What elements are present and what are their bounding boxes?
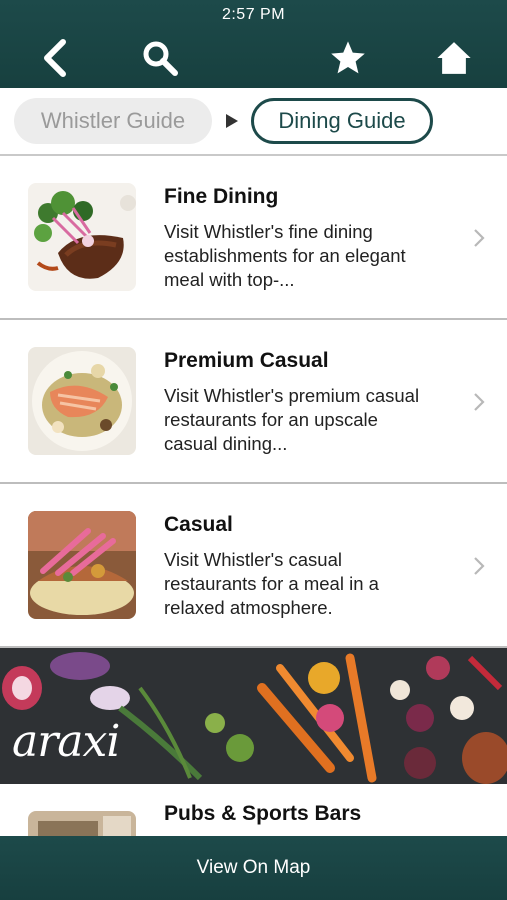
- araxi-logo: araxi: [12, 716, 120, 767]
- list-item-title: Pubs & Sports Bars: [164, 802, 362, 825]
- list-item-description: Visit Whistler's fine dining establishme…: [164, 221, 406, 290]
- status-time: 2:57 PM: [221, 6, 286, 23]
- list-item-pubs-sports-bars[interactable]: Pubs & Sports Bars: [0, 784, 507, 871]
- search-button[interactable]: [140, 38, 180, 78]
- home-icon: [437, 42, 471, 74]
- favorites-button[interactable]: [328, 38, 368, 78]
- chevron-right-icon: [474, 557, 485, 575]
- search-icon: [143, 41, 178, 76]
- list-item-description: Visit Whistler's casual restaurants for …: [164, 549, 379, 618]
- category-list: Fine Dining Visit Whistler's fine dining…: [0, 156, 507, 871]
- list-item-premium-casual[interactable]: Premium Casual Visit Whistler's premium …: [0, 320, 507, 484]
- breadcrumb-whistler-guide[interactable]: Whistler Guide: [14, 98, 212, 144]
- home-button[interactable]: [434, 38, 474, 78]
- list-item-title: Fine Dining: [164, 185, 279, 208]
- list-item-title: Premium Casual: [164, 349, 329, 372]
- chevron-right-icon: [474, 393, 485, 411]
- top-navigation-bar: 2:57 PM: [0, 0, 507, 88]
- breadcrumb-arrow-icon: [226, 114, 238, 128]
- star-icon: [331, 41, 365, 74]
- back-button[interactable]: [34, 38, 74, 78]
- breadcrumb-dining-guide[interactable]: Dining Guide: [251, 98, 433, 144]
- araxi-ad-banner[interactable]: araxi: [0, 648, 507, 784]
- list-item-title: Casual: [164, 513, 233, 536]
- chevron-right-icon: [474, 229, 485, 247]
- list-item-fine-dining[interactable]: Fine Dining Visit Whistler's fine dining…: [0, 156, 507, 320]
- fine-dining-thumbnail: [28, 183, 136, 291]
- breadcrumb: Whistler Guide Dining Guide: [0, 88, 507, 156]
- back-chevron-icon: [44, 39, 66, 77]
- casual-thumbnail: [28, 511, 136, 619]
- list-item-casual[interactable]: Casual Visit Whistler's casual restauran…: [0, 484, 507, 648]
- view-on-map-button[interactable]: View On Map: [0, 836, 507, 900]
- list-item-description: Visit Whistler's premium casual restaura…: [164, 385, 420, 454]
- premium-casual-thumbnail: [28, 347, 136, 455]
